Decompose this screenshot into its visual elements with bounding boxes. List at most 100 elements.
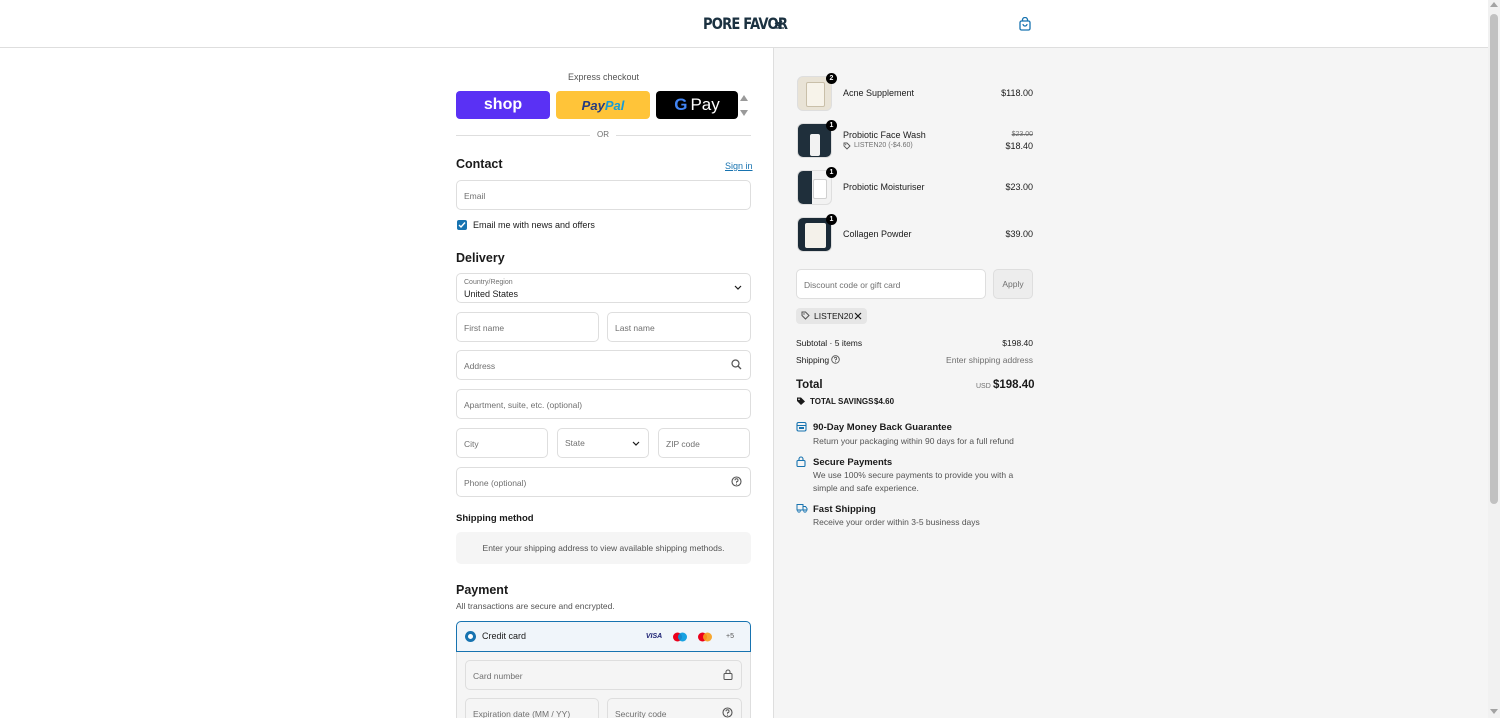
contact-heading: Contact [456,157,503,171]
total-savings-label: TOTAL SAVINGS [810,397,874,406]
sign-in-link[interactable]: Sign in [725,161,753,171]
country-select[interactable]: Country/Region United States [456,273,751,303]
credit-card-label: Credit card [482,631,527,641]
applied-discount-code: LISTEN20 [814,311,854,321]
zip-field[interactable]: ZIP code [658,428,750,458]
city-placeholder: City [464,439,479,449]
first-name-field[interactable]: First name [456,312,599,342]
lock-icon [723,669,733,680]
site-header: PORE FAVOR [0,0,1488,48]
close-icon[interactable] [854,312,862,320]
truck-icon [796,504,808,513]
address-field[interactable]: Address [456,350,751,380]
subtotal-value: $198.40 [1002,338,1033,348]
paypal-button[interactable]: Pay Pal [556,91,650,119]
last-name-field[interactable]: Last name [607,312,751,342]
or-divider-label: OR [597,130,609,139]
more-brands-badge[interactable]: +5 [722,631,738,642]
shipping-label: Shipping [796,355,830,365]
item-name: Probiotic Face Wash [843,130,926,140]
country-label: Country/Region [464,279,513,286]
shipping-value: Enter shipping address [946,355,1033,365]
item-name: Probiotic Moisturiser [843,182,925,192]
leaf-icon [774,20,784,29]
item-original-price: $23.00 [1011,131,1033,138]
visa-icon: VISA [645,633,663,640]
card-number-placeholder: Card number [473,671,523,681]
payment-heading: Payment [456,583,509,597]
scroll-down-arrow-icon[interactable] [740,110,748,116]
apartment-placeholder: Apartment, suite, etc. (optional) [464,400,583,410]
address-placeholder: Address [464,361,496,371]
discount-code-placeholder: Discount code or gift card [804,280,901,290]
discount-tag-icon [843,142,851,150]
help-icon[interactable] [831,355,840,364]
feature-title: Secure Payments [813,457,893,468]
email-field[interactable]: Email [456,180,751,210]
scroll-up-arrow-icon[interactable] [740,95,748,101]
quantity-badge: 2 [826,73,837,84]
discount-tag-icon [801,311,810,320]
first-name-placeholder: First name [464,323,505,333]
apartment-field[interactable]: Apartment, suite, etc. (optional) [456,389,751,419]
expiration-placeholder: Expiration date (MM / YY) [473,709,571,718]
google-g-icon: G [674,95,688,114]
item-price: $23.00 [1005,182,1033,192]
city-field[interactable]: City [456,428,548,458]
email-placeholder: Email [464,191,486,201]
phone-field[interactable]: Phone (optional) [456,467,751,497]
newsletter-checkbox[interactable] [457,220,467,230]
card-number-field[interactable]: Card number [465,660,742,690]
state-placeholder: State [565,438,585,448]
shipping-method-heading: Shipping method [456,513,534,524]
feature-title: Fast Shipping [813,504,876,515]
calendar-icon [796,421,807,432]
savings-tag-icon [797,397,805,405]
total-savings-value: $4.60 [874,397,895,406]
checkmark-icon [458,222,466,229]
shopping-bag-icon[interactable] [1018,17,1032,31]
shipping-method-notice: Enter your shipping address to view avai… [456,532,751,564]
shop-pay-button[interactable]: shop [456,91,550,119]
item-discount: LISTEN20 (-$4.60) [854,142,913,149]
divider-left [456,135,590,136]
feature-description: We use 100% secure payments to provide y… [813,470,1014,493]
total-value: $198.40 [993,379,1035,391]
chevron-down-icon [734,285,742,290]
discount-code-field[interactable]: Discount code or gift card [796,269,986,299]
scrollbar-down-icon[interactable] [1490,709,1498,714]
feature-description: Return your packaging within 90 days for… [813,436,1014,446]
last-name-placeholder: Last name [615,323,655,333]
help-icon[interactable] [722,707,733,718]
scrollbar-up-icon[interactable] [1490,2,1498,7]
paypal-label-pay: Pay [581,97,605,113]
quantity-badge: 1 [826,120,837,131]
search-icon[interactable] [731,359,742,370]
divider-right [616,135,751,136]
delivery-heading: Delivery [456,251,505,265]
item-price: $39.00 [1005,229,1033,239]
item-price: $18.40 [1005,141,1033,151]
item-name: Collagen Powder [843,229,912,239]
help-icon[interactable] [731,476,742,487]
quantity-badge: 1 [826,214,837,225]
credit-card-radio[interactable] [465,631,476,642]
quantity-badge: 1 [826,167,837,178]
state-select[interactable]: State [557,428,649,458]
security-code-placeholder: Security code [615,709,667,718]
scrollbar-thumb[interactable] [1490,14,1498,504]
apply-discount-button[interactable]: Apply [993,269,1033,299]
google-pay-label: Pay [690,95,720,114]
google-pay-button[interactable]: G Pay [656,91,738,119]
security-code-field[interactable]: Security code [607,698,742,718]
expiration-field[interactable]: Expiration date (MM / YY) [465,698,599,718]
chevron-down-icon [632,441,640,446]
feature-title: 90-Day Money Back Guarantee [813,422,952,433]
phone-placeholder: Phone (optional) [464,478,527,488]
newsletter-label: Email me with news and offers [473,220,595,230]
paypal-label-pal: Pal [604,97,625,113]
item-price: $118.00 [1001,88,1033,98]
currency-code: USD [976,383,991,390]
zip-placeholder: ZIP code [666,439,700,449]
lock-icon [796,456,806,467]
